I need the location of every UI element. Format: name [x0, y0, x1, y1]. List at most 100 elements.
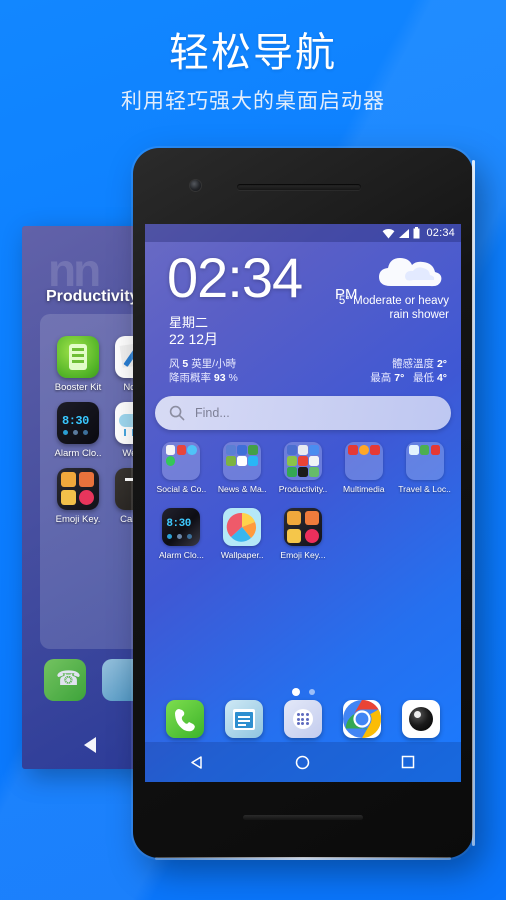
- mini-icon: [409, 467, 419, 477]
- weather-wind: 风 5 英里/小時: [169, 356, 236, 371]
- mini-icon: [309, 445, 319, 455]
- mini-icon: [420, 467, 430, 477]
- folder-news[interactable]: News & Ma..: [212, 442, 273, 494]
- messages-icon[interactable]: [224, 700, 263, 738]
- mini-icon: [226, 456, 237, 466]
- mini-icon: [226, 445, 237, 455]
- low-unit: °: [442, 372, 447, 384]
- low-label: 最低: [413, 372, 435, 384]
- wind-unit: 英里/小時: [191, 358, 237, 370]
- app-cell-empty: [394, 508, 455, 560]
- folder-icon: [405, 442, 444, 480]
- mini-icon: [298, 467, 308, 477]
- mini-icon: [248, 445, 258, 455]
- phone-screen: 02:34 02:34 PM 星期二 22 12月 5° Moderate or…: [145, 224, 461, 782]
- app-wallpaper[interactable]: Wallpaper..: [212, 508, 273, 560]
- folder-icon: [223, 442, 262, 480]
- mini-icon: [298, 456, 308, 466]
- weather-rain: 降雨概率 93 %: [169, 370, 238, 385]
- background-folder-title: Productivity: [46, 288, 139, 305]
- folder-productivity[interactable]: Productivity..: [273, 442, 334, 494]
- folder-social[interactable]: Social & Co..: [151, 442, 212, 494]
- phone-edge-bottom-highlight: [155, 857, 451, 860]
- home-circle-icon[interactable]: [286, 745, 320, 779]
- mini-icon: [226, 467, 236, 477]
- bg-app-alarm-clock: 8:30 Alarm Clo..: [52, 402, 104, 459]
- mini-icon: [409, 456, 419, 466]
- search-input[interactable]: Find...: [195, 406, 230, 420]
- app-alarm-clock[interactable]: 8:30 Alarm Clo...: [151, 508, 212, 560]
- back-triangle-icon[interactable]: [181, 745, 215, 779]
- rain-value: 93: [213, 372, 226, 384]
- weather-feels-like: 體感溫度 2°: [392, 356, 447, 371]
- mini-icon: [408, 445, 419, 455]
- mini-icon: [348, 456, 358, 466]
- app-label: Alarm Clo...: [158, 550, 204, 560]
- mini-icon: [309, 467, 319, 477]
- mini-icon: [237, 456, 248, 466]
- booster-kit-icon: [57, 336, 99, 378]
- page-subtitle: 利用轻巧强大的桌面启动器: [121, 90, 385, 113]
- app-grid-row-2: 8:30 Alarm Clo... Wallpaper.. Emoji Key.…: [145, 508, 461, 560]
- mini-icon: [348, 467, 358, 477]
- phone-edge-highlight: [472, 160, 475, 846]
- page-title: 轻松导航: [169, 31, 337, 75]
- phone-icon[interactable]: [165, 700, 204, 738]
- mini-icon: [309, 456, 319, 466]
- search-icon: [169, 405, 185, 421]
- weather-high-low: 最高 7° 最低 4°: [370, 370, 447, 385]
- mini-icon: [248, 467, 258, 477]
- mini-icon: [187, 445, 198, 455]
- signal-icon: [399, 228, 410, 238]
- recents-square-icon[interactable]: [391, 745, 425, 779]
- wallpaper-icon: [223, 508, 262, 546]
- emoji-keyboard-icon: [283, 508, 322, 546]
- bottom-speaker: [243, 815, 363, 820]
- mini-icon: [187, 467, 197, 477]
- mini-icon: [248, 456, 258, 466]
- feels-label: 體感溫度: [392, 358, 435, 370]
- folder-label: Travel & Loc..: [398, 484, 451, 494]
- feels-unit: °: [442, 358, 447, 370]
- folder-label: Multimedia: [343, 484, 385, 494]
- folder-travel[interactable]: Travel & Loc..: [394, 442, 455, 494]
- bg-app-label: Booster Kit: [54, 382, 102, 393]
- status-bar: 02:34: [145, 224, 461, 242]
- mini-icon: [431, 456, 441, 466]
- navigation-bar: [145, 742, 461, 782]
- chrome-icon[interactable]: [343, 700, 382, 738]
- app-grid-row-1: Social & Co.. News & Ma.. Productivity..…: [145, 442, 461, 494]
- clock-time: 02:34: [167, 246, 303, 309]
- page-dot-active[interactable]: [291, 688, 300, 696]
- mini-icon: [177, 456, 187, 466]
- mini-icon: [176, 445, 187, 455]
- folder-icon: [344, 442, 383, 480]
- statusbar-time: 02:34: [426, 227, 455, 239]
- alarm-clock-icon: 8:30: [57, 402, 99, 444]
- high-unit: °: [400, 372, 405, 384]
- clock-weather-widget[interactable]: 02:34 PM 星期二 22 12月 5° Moderate or heavy…: [145, 246, 461, 388]
- app-drawer-icon[interactable]: [283, 700, 322, 738]
- earpiece-speaker: [237, 184, 361, 190]
- emoji-keyboard-icon: [57, 468, 99, 510]
- weather-description: 5° Moderate or heavy rain shower: [324, 294, 449, 322]
- mini-icon: [358, 445, 369, 455]
- camera-icon[interactable]: [402, 700, 441, 738]
- mini-icon: [359, 456, 369, 466]
- rain-label: 降雨概率: [169, 372, 211, 384]
- folder-multimedia[interactable]: Multimedia: [333, 442, 394, 494]
- mini-icon: [298, 445, 308, 455]
- search-bar[interactable]: Find...: [155, 396, 451, 430]
- mini-icon: [419, 445, 430, 455]
- mini-icon: [369, 445, 380, 455]
- app-emoji-keyboard[interactable]: Emoji Key...: [273, 508, 334, 560]
- mini-icon: [166, 467, 176, 477]
- alarm-digits: 8:30: [166, 518, 191, 530]
- page-dot[interactable]: [308, 689, 315, 695]
- mini-icon: [370, 467, 380, 477]
- mini-icon: [431, 467, 441, 477]
- mini-icon: [287, 445, 297, 455]
- front-camera-icon: [190, 180, 201, 191]
- mini-icon: [165, 445, 176, 455]
- mini-icon: [237, 467, 247, 477]
